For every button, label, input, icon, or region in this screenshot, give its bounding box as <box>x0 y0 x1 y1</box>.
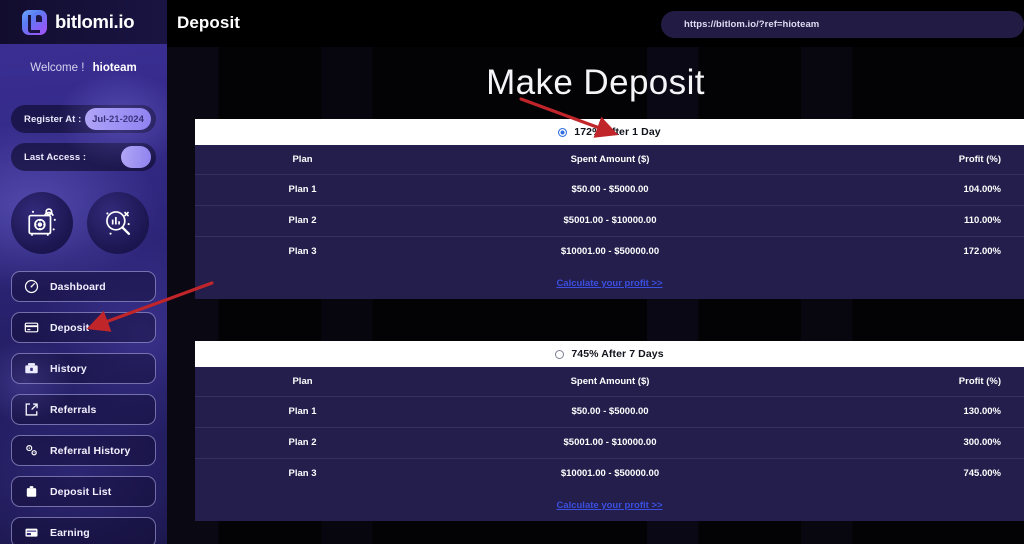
table-header-row: Plan Spent Amount ($) Profit (%) <box>195 145 1024 175</box>
sidebar-item-deposit-list[interactable]: Deposit List <box>11 476 156 507</box>
column-header-profit: Profit (%) <box>810 367 1024 397</box>
column-header-plan: Plan <box>195 367 410 397</box>
earning-icon <box>24 525 39 540</box>
sidebar-item-label: Deposit <box>50 321 90 334</box>
sidebar-item-referral-history[interactable]: Referral History <box>11 435 156 466</box>
cell-profit: 300.00% <box>810 427 1024 459</box>
table-row: Plan 2 $5001.00 - $10000.00 300.00% <box>195 427 1024 459</box>
sidebar-item-label: Earning <box>50 526 90 539</box>
briefcase-icon <box>24 484 39 499</box>
cell-amount: $50.00 - $5000.00 <box>410 174 810 206</box>
plan-table-2: Plan Spent Amount ($) Profit (%) Plan 1 … <box>195 367 1024 489</box>
plan-option-row-1[interactable]: 172% After 1 Day <box>195 119 1024 145</box>
cell-profit: 130.00% <box>810 396 1024 428</box>
sidebar-item-label: Referral History <box>50 444 131 457</box>
cell-profit: 104.00% <box>810 174 1024 206</box>
register-at-pill: Register At : Jul-21-2024 <box>11 105 156 133</box>
last-access-value <box>121 146 151 168</box>
sidebar: bitlomi.io Welcome ! hioteam Register At… <box>0 0 167 544</box>
quick-action-icons <box>11 192 161 254</box>
table-row: Plan 1 $50.00 - $5000.00 130.00% <box>195 396 1024 428</box>
column-header-plan: Plan <box>195 145 410 175</box>
cell-profit: 745.00% <box>963 468 1001 480</box>
sidebar-item-label: Dashboard <box>50 280 106 293</box>
analytics-button[interactable] <box>87 192 149 254</box>
welcome-label: Welcome ! <box>30 62 85 74</box>
sidebar-item-label: Referrals <box>50 403 97 416</box>
calculate-profit-link[interactable]: Calculate your profit >> <box>556 500 662 511</box>
sidebar-item-dashboard[interactable]: Dashboard <box>11 271 156 302</box>
plan-table-1: Plan Spent Amount ($) Profit (%) Plan 1 … <box>195 145 1024 267</box>
dashboard-icon <box>24 279 39 294</box>
register-at-label: Register At : <box>24 113 82 125</box>
register-at-value: Jul-21-2024 <box>85 108 151 130</box>
plan-radio-1[interactable] <box>558 127 568 137</box>
last-access-pill: Last Access : <box>11 143 156 171</box>
page-title: Deposit <box>177 13 241 32</box>
plan-card-footer-2: Calculate your profit >> <box>195 489 1024 521</box>
cell-amount: $5001.00 - $10000.00 <box>410 427 810 459</box>
cell-amount: $50.00 - $5000.00 <box>410 396 810 428</box>
sidebar-item-referrals[interactable]: Referrals <box>11 394 156 425</box>
plan-option-label-1: 172% After 1 Day <box>574 126 661 138</box>
table-row: Plan 1 $50.00 - $5000.00 104.00% <box>195 174 1024 206</box>
column-header-amount: Spent Amount ($) <box>410 145 810 175</box>
settings-icon <box>24 443 39 458</box>
column-header-profit: Profit (%) <box>810 145 1024 175</box>
welcome-greeting: Welcome ! hioteam <box>0 62 167 74</box>
cell-plan: Plan 2 <box>195 427 410 459</box>
history-icon <box>24 361 39 376</box>
referral-url-text: https://bitlom.io/?ref=hioteam <box>684 19 820 30</box>
column-header-amount: Spent Amount ($) <box>410 367 810 397</box>
cell-amount: $10001.00 - $50000.00 <box>560 246 660 258</box>
top-bar: Deposit https://bitlom.io/?ref=hioteam <box>167 0 1024 47</box>
plan-option-row-2[interactable]: 745% After 7 Days <box>195 341 1024 367</box>
sidebar-item-label: History <box>50 362 87 375</box>
plan-card-1: 172% After 1 Day Plan Spent Amount ($) P… <box>195 119 1024 299</box>
calculate-profit-link[interactable]: Calculate your profit >> <box>556 278 662 289</box>
cell-profit: 172.00% <box>963 246 1001 258</box>
table-row: Plan 3 $10001.00 - $50000.00 745.00% <box>195 458 1024 489</box>
bitlomi-logo-icon <box>22 9 47 35</box>
last-access-label: Last Access : <box>24 151 87 163</box>
plan-card-2: 745% After 7 Days Plan Spent Amount ($) … <box>195 341 1024 521</box>
brand-name: bitlomi.io <box>55 11 135 32</box>
cell-amount: $5001.00 - $10000.00 <box>410 205 810 237</box>
plan-card-footer-1: Calculate your profit >> <box>195 267 1024 299</box>
table-header-row: Plan Spent Amount ($) Profit (%) <box>195 367 1024 397</box>
app-root: bitlomi.io Welcome ! hioteam Register At… <box>0 0 1024 544</box>
cell-plan: Plan 1 <box>195 396 410 428</box>
sidebar-item-history[interactable]: History <box>11 353 156 384</box>
referral-url-field[interactable]: https://bitlom.io/?ref=hioteam <box>661 11 1024 38</box>
cell-plan: Plan 3 <box>288 246 317 258</box>
share-icon <box>24 402 39 417</box>
cell-plan: Plan 1 <box>195 174 410 206</box>
plan-option-label-2: 745% After 7 Days <box>571 348 664 360</box>
cell-plan: Plan 2 <box>195 205 410 237</box>
vault-button[interactable] <box>11 192 73 254</box>
card-icon <box>24 320 39 335</box>
welcome-username: hioteam <box>92 62 137 74</box>
brand-logo[interactable]: bitlomi.io <box>0 0 167 44</box>
table-row: Plan 3 $10001.00 - $50000.00 172.00% <box>195 236 1024 267</box>
sidebar-item-deposit[interactable]: Deposit <box>11 312 156 343</box>
cell-amount: $10001.00 - $50000.00 <box>560 468 660 480</box>
sidebar-nav: Dashboard Deposit History Referrals Refe… <box>11 271 156 544</box>
chart-search-icon <box>106 211 131 236</box>
sidebar-item-label: Deposit List <box>50 485 112 498</box>
plan-radio-2[interactable] <box>555 349 565 359</box>
table-row: Plan 2 $5001.00 - $10000.00 110.00% <box>195 205 1024 237</box>
main-content: Deposit https://bitlom.io/?ref=hioteam M… <box>167 0 1024 544</box>
cell-plan: Plan 3 <box>288 468 317 480</box>
cell-profit: 110.00% <box>810 205 1024 237</box>
vault-icon <box>28 208 56 236</box>
sidebar-item-earning[interactable]: Earning <box>11 517 156 544</box>
page-headline: Make Deposit <box>486 63 705 102</box>
